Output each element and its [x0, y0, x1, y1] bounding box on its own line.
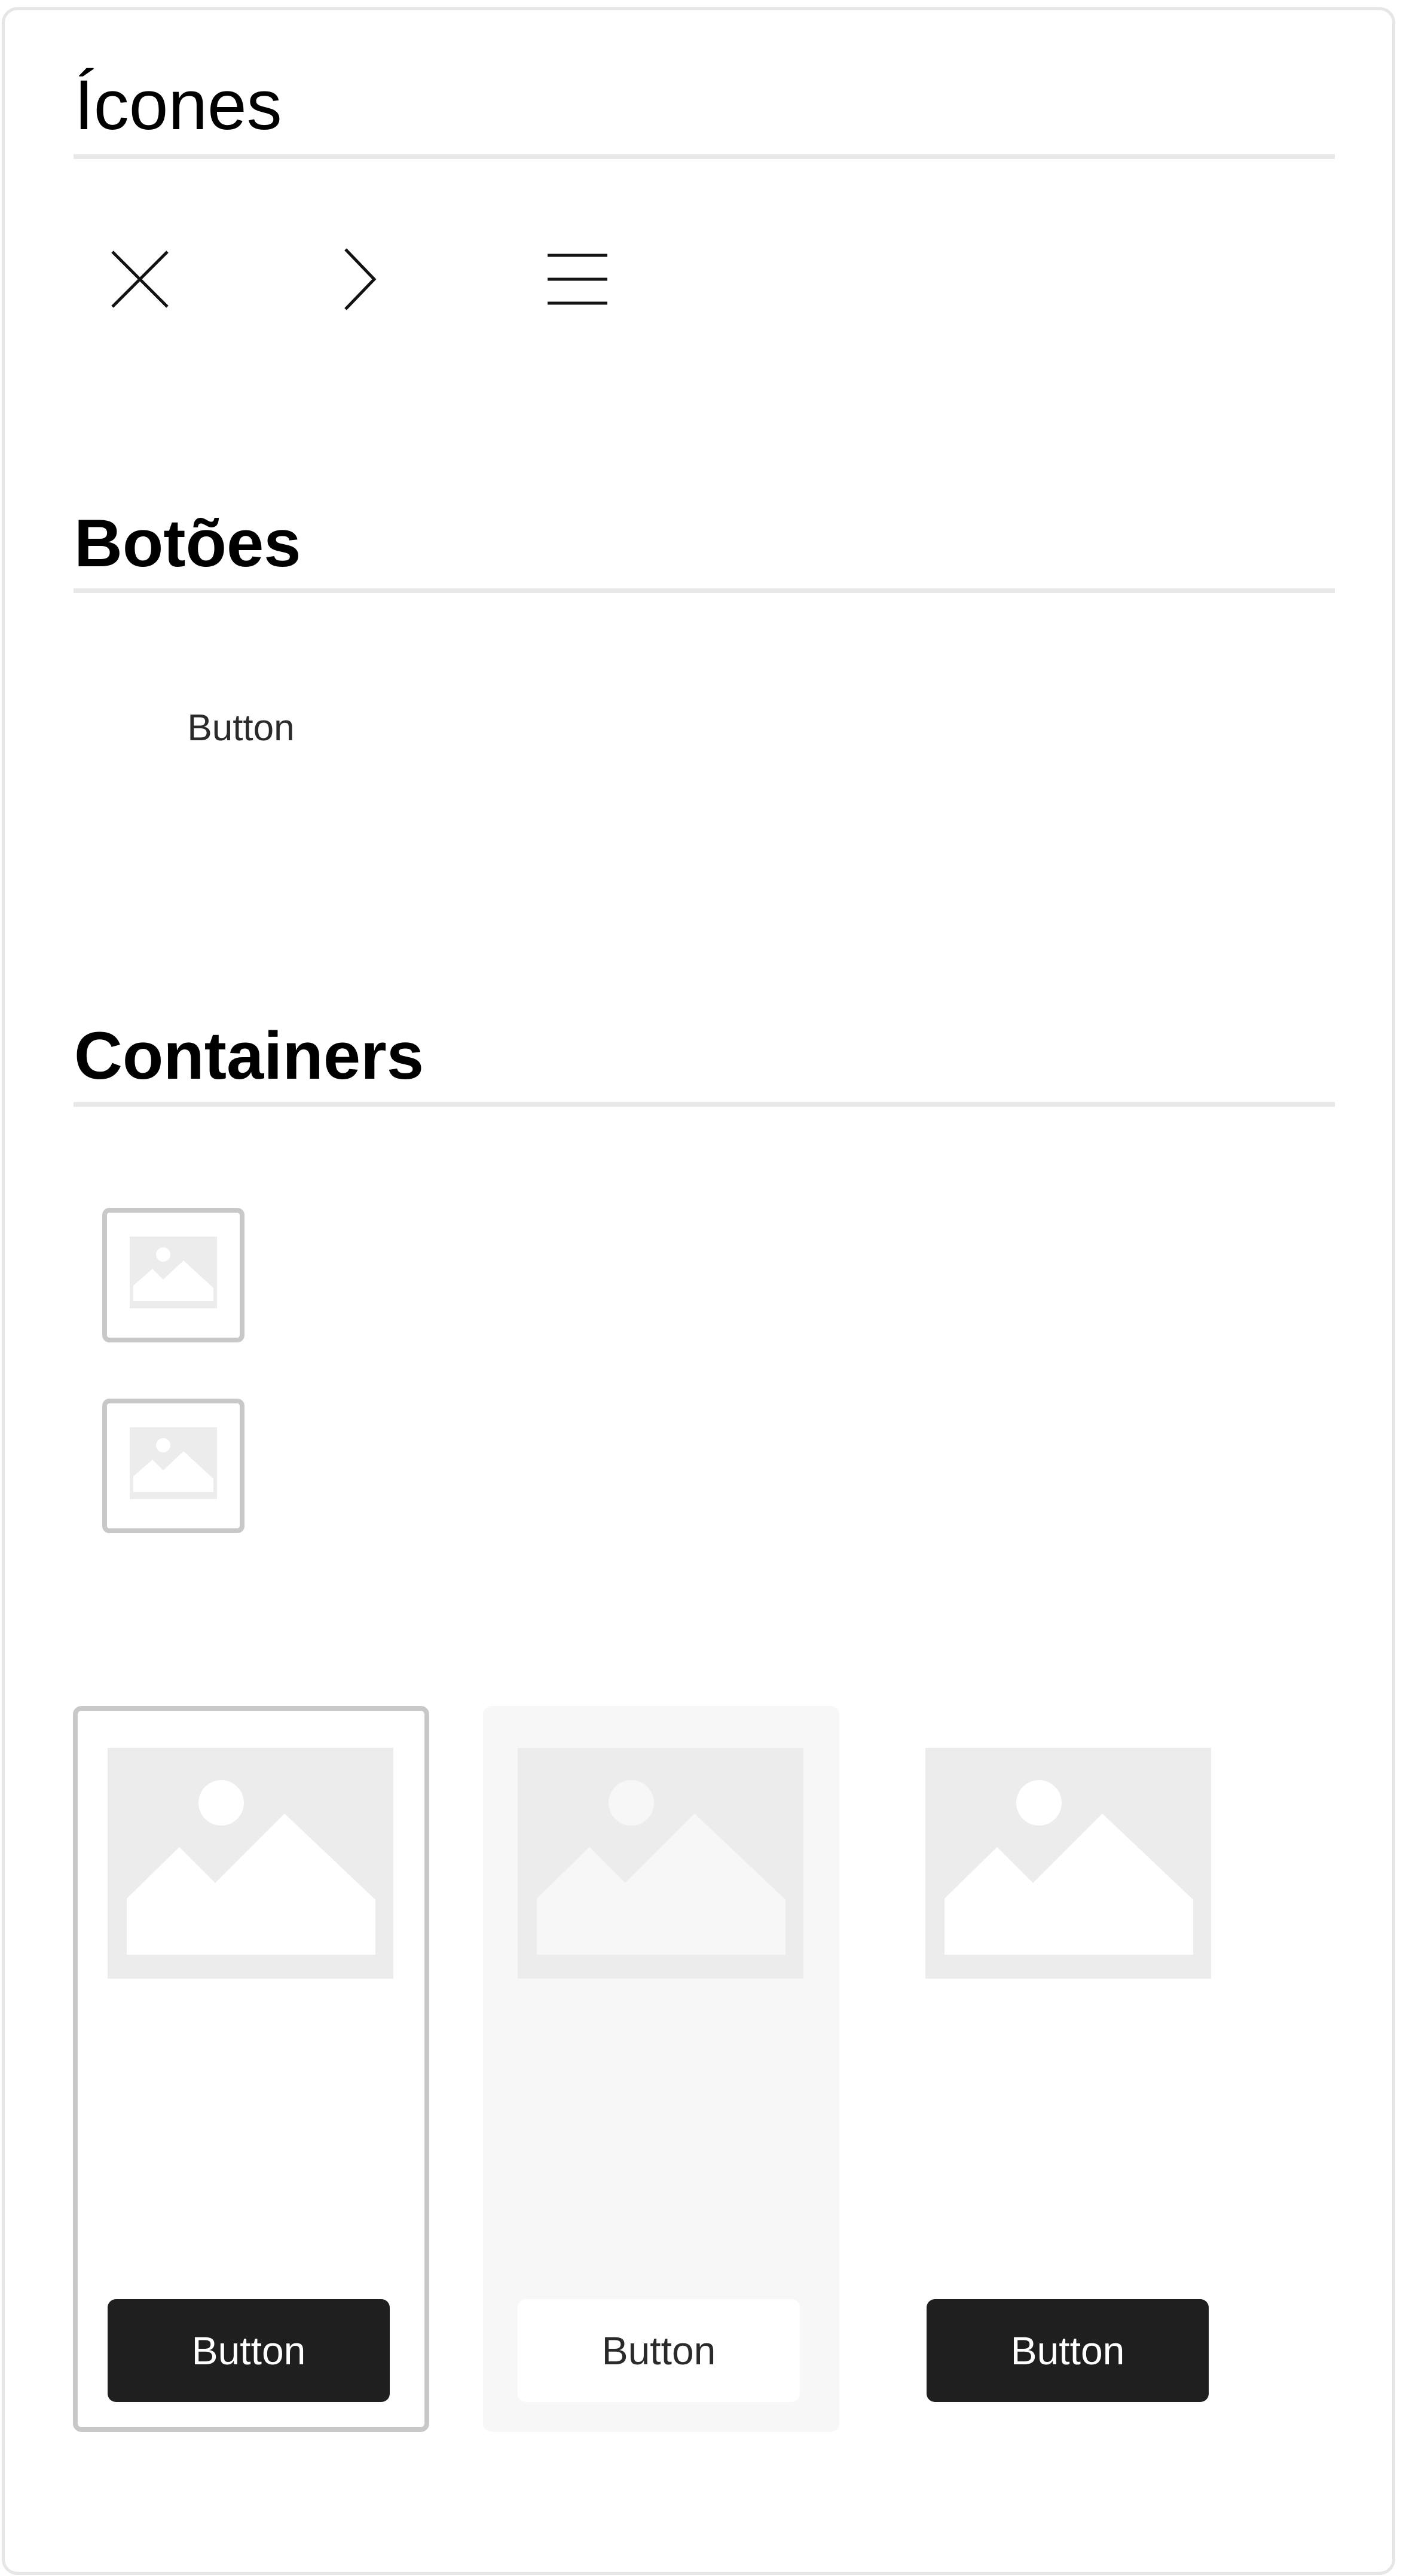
- image-placeholder-icon: [518, 1748, 803, 1979]
- menu-icon[interactable]: [542, 243, 613, 315]
- image-placeholder-icon: [130, 1427, 217, 1499]
- section-title-buttons: Botões: [74, 506, 301, 581]
- section-title-containers: Containers: [74, 1018, 424, 1093]
- chevron-right-icon[interactable]: [323, 243, 395, 315]
- section-divider-containers: [74, 1102, 1335, 1107]
- section-title-icons: Ícones: [74, 66, 282, 145]
- page-frame: Ícones Botões Button Containers Button B…: [2, 7, 1395, 2575]
- text-button[interactable]: Button: [160, 698, 322, 758]
- card-outlined[interactable]: Button: [73, 1706, 429, 2432]
- card-button[interactable]: Button: [927, 2299, 1209, 2402]
- image-placeholder-icon: [925, 1748, 1211, 1979]
- card-plain[interactable]: Button: [892, 1706, 1248, 2432]
- card-button[interactable]: Button: [518, 2299, 800, 2402]
- thumbnail-container[interactable]: [102, 1208, 244, 1342]
- card-filled[interactable]: Button: [483, 1706, 839, 2432]
- thumbnail-container[interactable]: [102, 1399, 244, 1533]
- close-icon[interactable]: [104, 243, 176, 315]
- section-divider-buttons: [74, 588, 1335, 593]
- image-placeholder-icon: [130, 1237, 217, 1308]
- card-button[interactable]: Button: [108, 2299, 390, 2402]
- image-placeholder-icon: [108, 1748, 393, 1979]
- section-divider-icons: [74, 154, 1335, 159]
